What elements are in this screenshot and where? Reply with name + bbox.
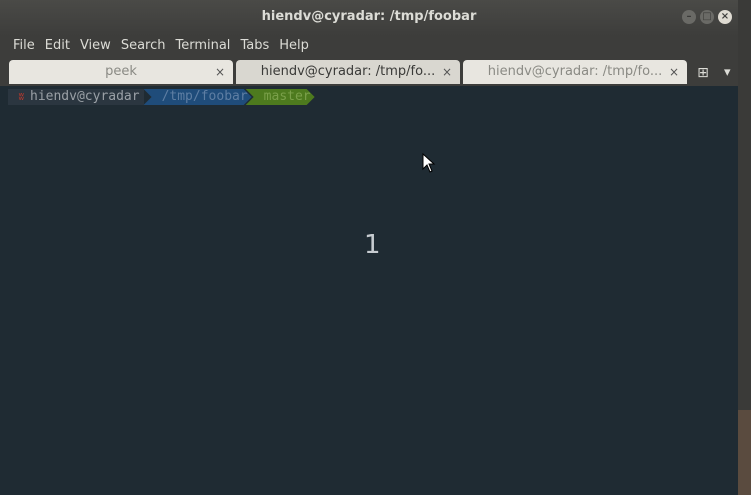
prompt-user: hiendv@cyradar — [30, 89, 140, 104]
window-title: hiendv@cyradar: /tmp/foobar — [261, 9, 477, 24]
menu-file[interactable]: File — [8, 36, 40, 56]
background-window-edge — [738, 0, 751, 495]
terminal-window: hiendv@cyradar: /tmp/foobar – □ × File E… — [0, 0, 738, 495]
menu-help[interactable]: Help — [274, 36, 314, 56]
menu-tabs[interactable]: Tabs — [235, 36, 274, 56]
title-bar[interactable]: hiendv@cyradar: /tmp/foobar – □ × — [0, 0, 738, 36]
prompt-path-segment: /tmp/foobar — [144, 89, 252, 105]
mouse-pointer-icon — [422, 153, 436, 173]
background-strip — [738, 410, 751, 495]
tab-label: hiendv@cyradar: /tmp/fo... — [487, 64, 663, 79]
tab-peek[interactable]: peek × — [9, 60, 233, 84]
prompt-user-segment: ʬ hiendv@cyradar — [8, 89, 144, 105]
tab-close-icon[interactable]: × — [442, 60, 452, 84]
menu-search[interactable]: Search — [116, 36, 171, 56]
menu-terminal[interactable]: Terminal — [170, 36, 235, 56]
tab-foobar-2[interactable]: hiendv@cyradar: /tmp/fo... × — [463, 60, 687, 84]
menu-bar: File Edit View Search Terminal Tabs Help — [0, 36, 738, 56]
window-controls: – □ × — [682, 10, 732, 24]
terminal-output-counter: 1 — [364, 230, 381, 260]
close-button[interactable]: × — [718, 10, 732, 24]
minimize-button[interactable]: – — [682, 10, 696, 24]
maximize-button[interactable]: □ — [700, 10, 714, 24]
shell-prompt: ʬ hiendv@cyradar /tmp/foobar master — [8, 89, 315, 105]
menu-view[interactable]: View — [75, 36, 116, 56]
prompt-icon: ʬ — [18, 90, 25, 103]
prompt-path: /tmp/foobar — [161, 89, 248, 104]
prompt-git-segment: master — [246, 89, 315, 105]
tab-label: peek — [105, 64, 137, 79]
tab-label: hiendv@cyradar: /tmp/fo... — [260, 64, 436, 79]
tab-close-icon[interactable]: × — [215, 60, 225, 84]
tab-close-icon[interactable]: × — [669, 60, 679, 84]
prompt-git-branch: master — [263, 89, 311, 104]
tab-menu-icon[interactable]: ▾ — [724, 64, 731, 82]
menu-edit[interactable]: Edit — [40, 36, 75, 56]
new-tab-icon[interactable]: ⊞ — [694, 64, 712, 82]
tab-foobar-active[interactable]: hiendv@cyradar: /tmp/fo... × — [236, 60, 460, 84]
tab-bar: peek × hiendv@cyradar: /tmp/fo... × hien… — [0, 56, 738, 86]
terminal-area[interactable]: ʬ hiendv@cyradar /tmp/foobar master 1 — [8, 86, 738, 495]
